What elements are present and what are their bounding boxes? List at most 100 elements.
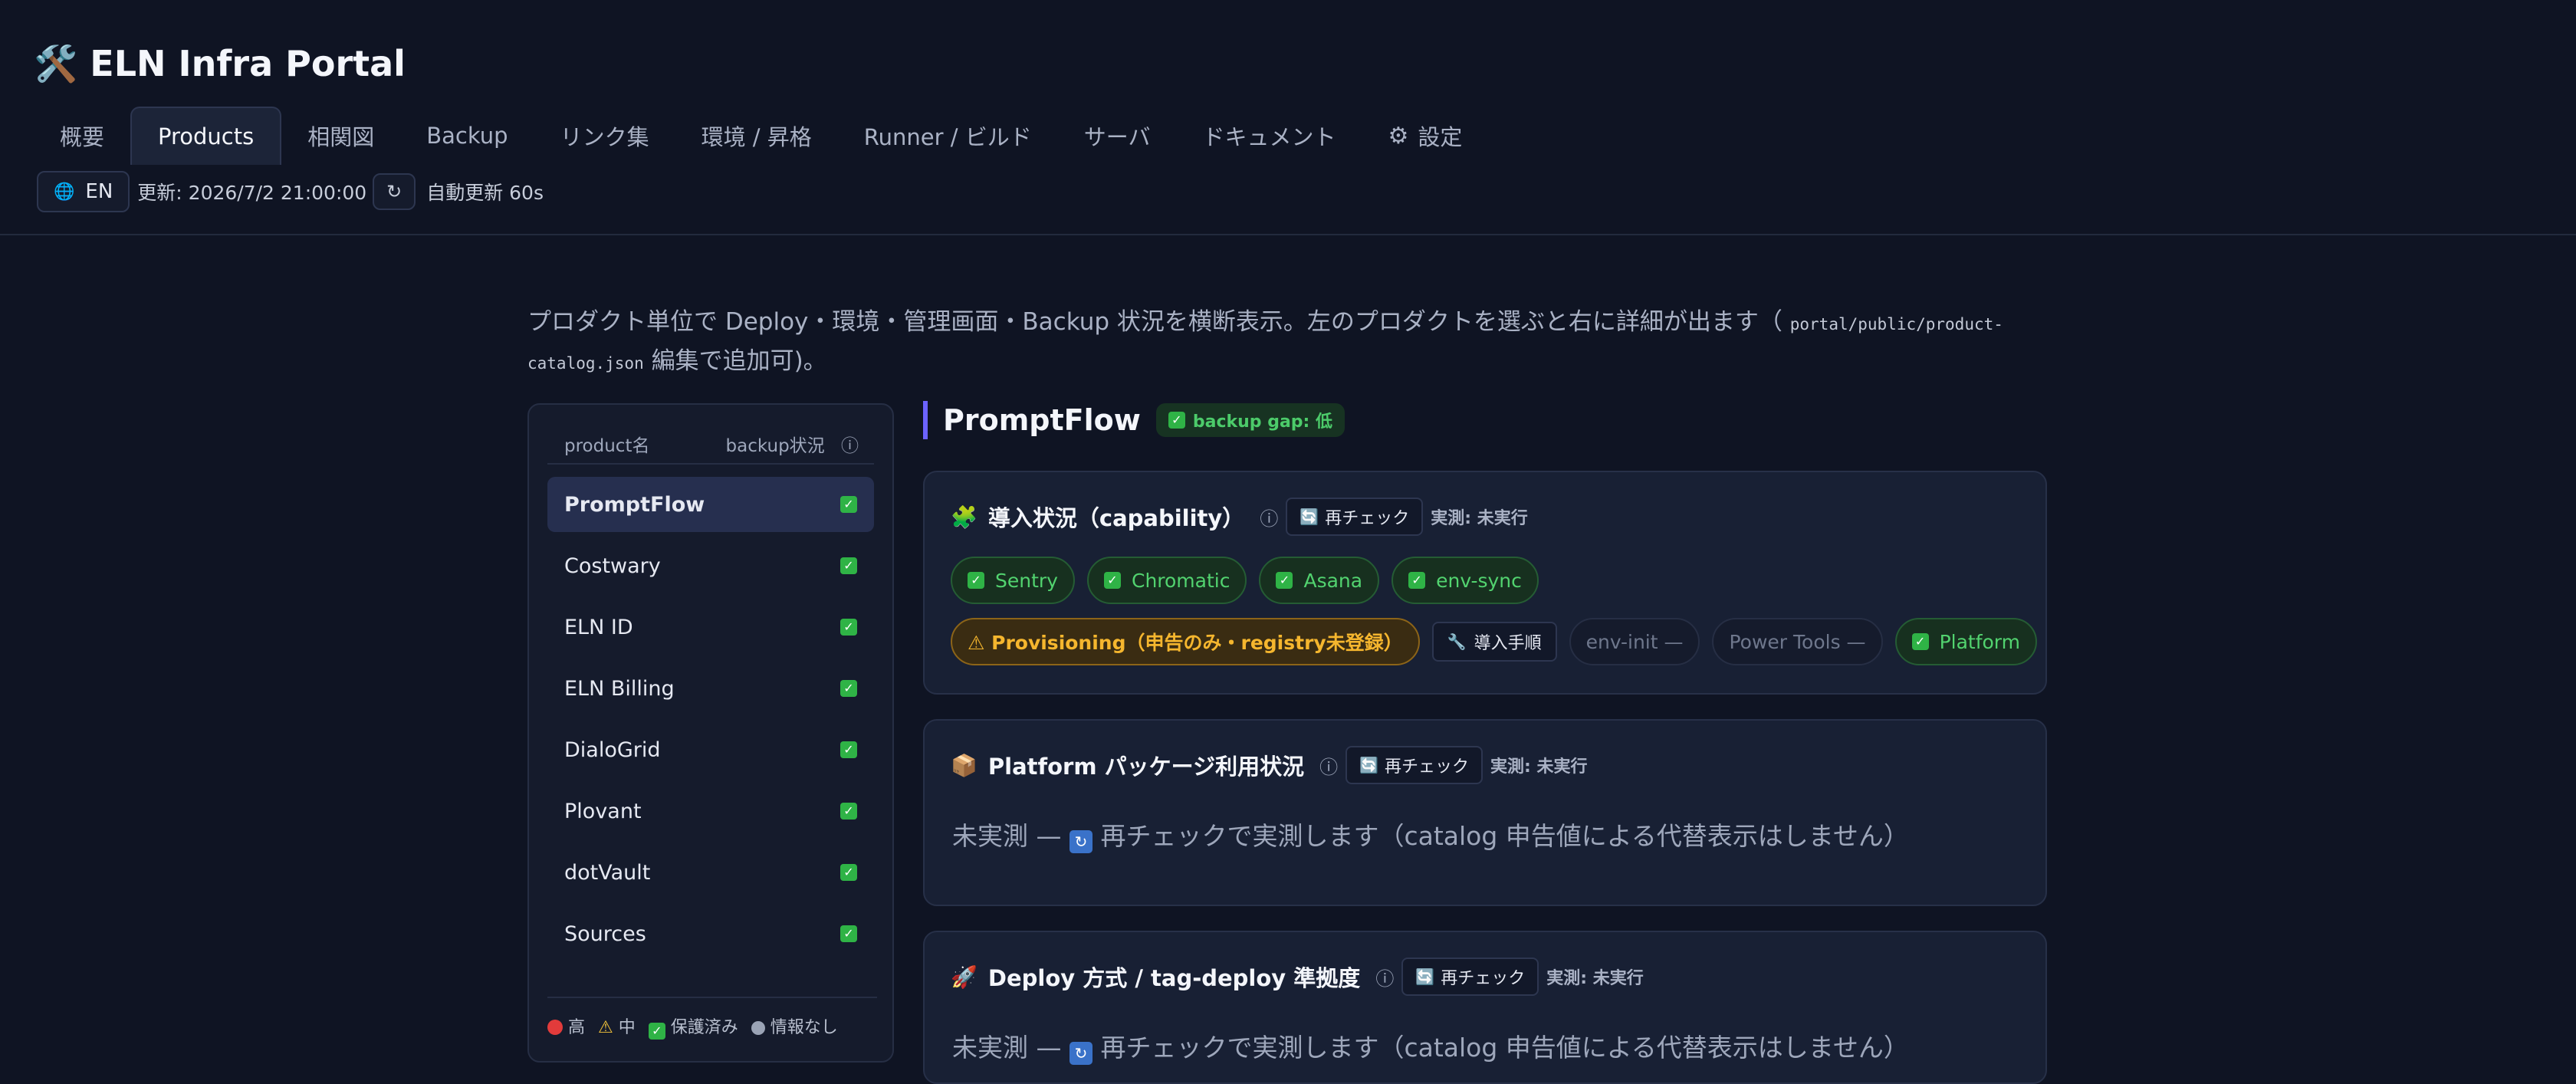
capability-title: 導入状況（capability） — [987, 505, 1245, 531]
check-icon: ✓ — [840, 803, 857, 820]
packages-card-header: 📦 Platform パッケージ利用状況 ⓘ 🔄 再チェック 実測: 未実行 — [951, 744, 1587, 787]
check-icon: ✓ — [840, 864, 857, 881]
product-name: Plovant — [564, 799, 642, 823]
refresh-button[interactable]: ↻ — [373, 173, 416, 210]
recheck-label: 再チェック — [1441, 969, 1526, 988]
measured-status: 実測: 未実行 — [1546, 969, 1644, 988]
legend-high: 高 — [568, 1018, 586, 1037]
capability-chip-chromatic[interactable]: ✓ Chromatic — [1086, 557, 1247, 604]
deploy-card: 🚀 Deploy 方式 / tag-deploy 準拠度 ⓘ 🔄 再チェック 実… — [923, 931, 2047, 1084]
check-icon: ✓ — [1103, 572, 1121, 589]
refresh-icon: 🔄 — [1359, 756, 1378, 774]
capability-chip-asana[interactable]: ✓ Asana — [1259, 557, 1380, 604]
capability-chip-power-tools[interactable]: Power Tools — — [1712, 618, 1883, 665]
recheck-button[interactable]: 🔄 再チェック — [1286, 498, 1424, 536]
capability-chips-row-1: ✓ Sentry ✓ Chromatic ✓ Asana ✓ env-sync — [951, 557, 1551, 604]
product-name: ELN ID — [564, 615, 633, 639]
main-tabs: 概要 Products 相関図 Backup リンク集 環境 / 昇格 Runn… — [34, 106, 1488, 166]
product-name: Sources — [564, 921, 646, 946]
tab-backup[interactable]: Backup — [400, 107, 534, 165]
product-list: PromptFlow ✓ Costwary ✓ ELN ID ✓ ELN Bil… — [547, 477, 874, 967]
product-item-dotvault[interactable]: dotVault ✓ — [547, 845, 874, 900]
col-backup-label: backup状況 — [725, 436, 825, 456]
body-suffix: 再チェックで実測します（catalog 申告値による代替表示はしません） — [1092, 821, 1909, 851]
check-icon: ✓ — [840, 619, 857, 636]
check-icon: ✓ — [840, 680, 857, 697]
body-prefix: 未実測 — — [952, 1033, 1070, 1063]
deploy-title: Deploy 方式 / tag-deploy 準拠度 — [987, 965, 1361, 991]
check-icon: ✓ — [1168, 412, 1185, 429]
check-icon: ✓ — [840, 925, 857, 942]
capability-chips-row-2: ⚠ Provisioning（申告のみ・registry未登録） 🔧 導入手順 … — [951, 618, 2049, 665]
legend-none: 情報なし — [770, 1018, 838, 1037]
tab-correlation[interactable]: 相関図 — [281, 107, 400, 165]
info-icon[interactable]: ⓘ — [841, 436, 859, 456]
recheck-label: 再チェック — [1325, 509, 1410, 528]
intro-text: プロダクト単位で Deploy・環境・管理画面・Backup 状況を横断表示。左… — [527, 308, 1783, 336]
recheck-label: 再チェック — [1384, 757, 1469, 777]
intro-suffix: 編集で追加可)。 — [651, 347, 827, 375]
recheck-button[interactable]: 🔄 再チェック — [1346, 746, 1483, 784]
gray-dot-icon — [751, 1021, 765, 1035]
legend-protected: 保護済み — [670, 1018, 738, 1037]
product-item-dialogrid[interactable]: DialoGrid ✓ — [547, 722, 874, 777]
check-icon: ✓ — [840, 557, 857, 574]
body-prefix: 未実測 — — [952, 821, 1070, 851]
warning-icon: ⚠ — [598, 1018, 613, 1037]
language-toggle-button[interactable]: 🌐 EN — [37, 171, 130, 212]
language-label: EN — [85, 180, 113, 203]
chip-label: Sentry — [995, 569, 1058, 592]
product-item-costwary[interactable]: Costwary ✓ — [547, 538, 874, 593]
tab-settings[interactable]: ⚙ 設定 — [1362, 107, 1489, 165]
refresh-icon: ↻ — [1069, 830, 1092, 853]
deploy-body: 未実測 — ↻ 再チェックで実測します（catalog 申告値による代替表示はし… — [952, 1027, 1909, 1065]
capability-chip-platform[interactable]: ✓ Platform — [1894, 618, 2037, 665]
product-item-eln-billing[interactable]: ELN Billing ✓ — [547, 661, 874, 716]
info-icon[interactable]: ⓘ — [1260, 504, 1278, 531]
measured-status: 実測: 未実行 — [1431, 509, 1528, 528]
packages-title: Platform パッケージ利用状況 — [987, 754, 1305, 780]
tab-overview[interactable]: 概要 — [34, 107, 130, 165]
product-title: PromptFlow — [943, 403, 1141, 437]
refresh-icon: ↻ — [1069, 1042, 1092, 1065]
product-name: DialoGrid — [564, 737, 661, 762]
capability-chip-env-sync[interactable]: ✓ env-sync — [1392, 557, 1539, 604]
setup-guide-label: 導入手順 — [1474, 634, 1542, 653]
check-icon: ✓ — [840, 496, 857, 513]
page-intro: プロダクト単位で Deploy・環境・管理画面・Backup 状況を横断表示。左… — [527, 304, 2053, 382]
capability-chip-sentry[interactable]: ✓ Sentry — [951, 557, 1075, 604]
tab-links[interactable]: リンク集 — [534, 107, 675, 165]
status-legend: 高 ⚠ 中 ✓ 保護済み 情報なし — [547, 997, 877, 1040]
product-name: dotVault — [564, 860, 651, 885]
package-icon: 📦 — [951, 752, 978, 778]
chip-label: env-sync — [1436, 569, 1522, 592]
info-icon[interactable]: ⓘ — [1319, 752, 1338, 779]
detail-heading: PromptFlow ✓ backup gap: 低 — [923, 401, 1345, 439]
app-title: 🛠️ ELN Infra Portal — [34, 43, 406, 84]
product-item-eln-id[interactable]: ELN ID ✓ — [547, 599, 874, 655]
tab-servers[interactable]: サーバ — [1058, 107, 1177, 165]
recheck-button[interactable]: 🔄 再チェック — [1401, 958, 1539, 996]
product-item-promptflow[interactable]: PromptFlow ✓ — [547, 477, 874, 532]
puzzle-icon: 🧩 — [951, 504, 978, 530]
tab-runner[interactable]: Runner / ビルド — [838, 107, 1058, 165]
tab-environments[interactable]: 環境 / 昇格 — [675, 107, 838, 165]
product-item-plovant[interactable]: Plovant ✓ — [547, 783, 874, 839]
capability-chip-provisioning[interactable]: ⚠ Provisioning（申告のみ・registry未登録） — [951, 618, 1420, 665]
capability-chip-env-init[interactable]: env-init — — [1569, 618, 1700, 665]
backup-gap-badge: ✓ backup gap: 低 — [1155, 403, 1345, 437]
product-item-sources[interactable]: Sources ✓ — [547, 906, 874, 961]
globe-icon: 🌐 — [54, 182, 75, 202]
chip-label: Asana — [1303, 569, 1363, 592]
col-backup-status: backup状況 ⓘ — [726, 431, 859, 457]
setup-guide-button[interactable]: 🔧 導入手順 — [1431, 622, 1557, 662]
tab-products[interactable]: Products — [130, 107, 282, 165]
body-suffix: 再チェックで実測します（catalog 申告値による代替表示はしません） — [1092, 1033, 1909, 1063]
gear-icon: ⚙ — [1388, 122, 1409, 149]
red-dot-icon — [547, 1020, 563, 1035]
info-icon[interactable]: ⓘ — [1375, 964, 1394, 990]
tab-docs[interactable]: ドキュメント — [1176, 107, 1362, 165]
check-icon: ✓ — [1911, 633, 1929, 650]
check-icon: ✓ — [840, 741, 857, 758]
refresh-icon: 🔄 — [1415, 967, 1435, 986]
